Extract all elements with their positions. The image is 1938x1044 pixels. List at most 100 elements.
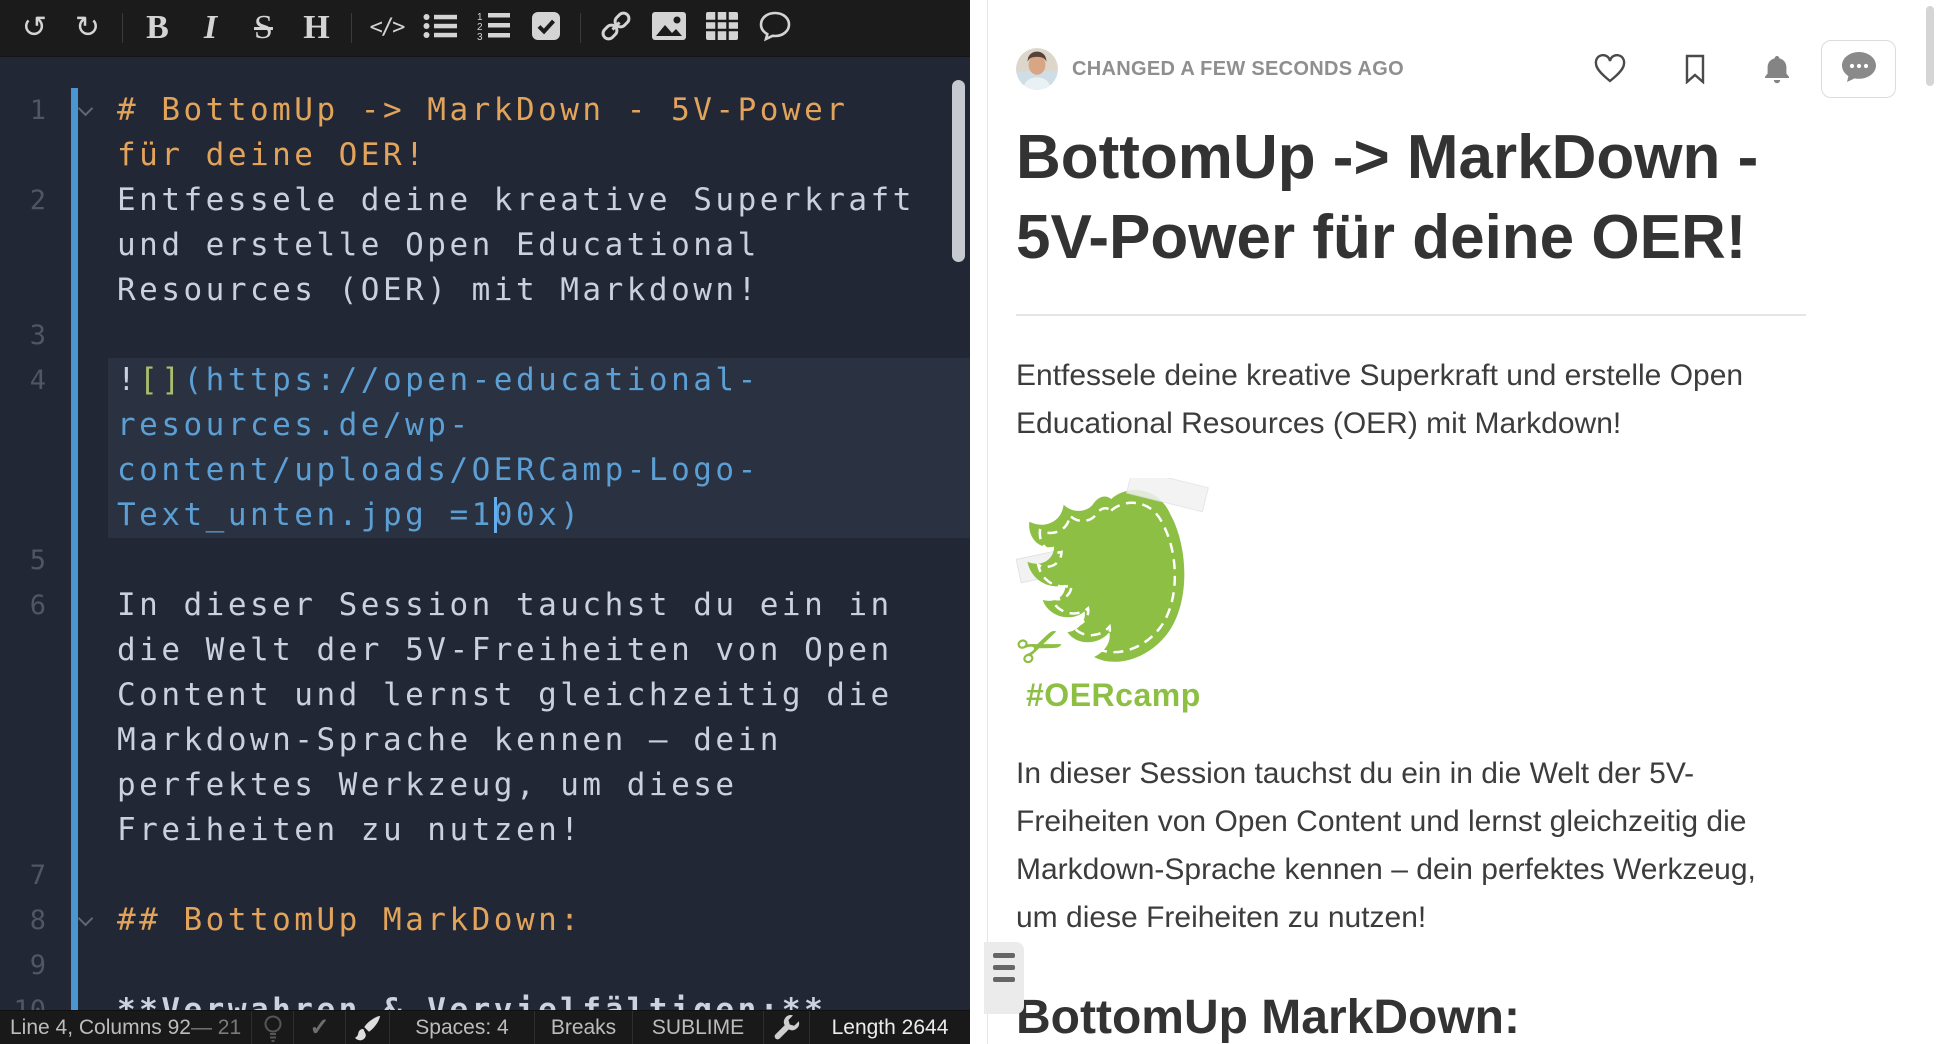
code-row[interactable]: 2Entfessele deine kreative Superkraft [0, 178, 970, 223]
code-text[interactable]: Markdown-Sprache kennen – dein [108, 718, 970, 763]
line-number: 5 [0, 538, 46, 583]
code-text[interactable]: für deine OER! [108, 133, 970, 178]
code-row[interactable]: resources.de/wp- [0, 403, 970, 448]
heading-button[interactable]: H [290, 0, 343, 57]
code-text[interactable]: Entfessele deine kreative Superkraft [108, 178, 970, 223]
bell-icon[interactable] [1763, 54, 1791, 84]
strikethrough-button[interactable]: S [237, 0, 290, 57]
code-text[interactable]: Text_unten.jpg =100x) [108, 493, 970, 538]
fold-chevron-icon[interactable] [78, 101, 94, 117]
toolbar-separator [351, 13, 352, 43]
code-row[interactable]: für deine OER! [0, 133, 970, 178]
spaces-setting[interactable]: Spaces: 4 [390, 1011, 535, 1044]
code-row[interactable]: 4 ![](https://open-educational- [0, 358, 970, 403]
bookmark-icon[interactable] [1683, 54, 1707, 84]
line-number [0, 628, 46, 673]
code-text[interactable]: und erstelle Open Educational [108, 223, 970, 268]
code-row[interactable]: 8## BottomUp MarkDown: [0, 898, 970, 943]
checklist-button[interactable] [519, 0, 572, 57]
line-number [0, 223, 46, 268]
numbered-list-icon: 123 [476, 11, 510, 46]
fold-gutter [46, 673, 108, 718]
link-icon [598, 8, 634, 49]
code-row[interactable]: die Welt der 5V-Freiheiten von Open [0, 628, 970, 673]
author-avatar[interactable] [1016, 48, 1058, 90]
code-text[interactable] [108, 853, 970, 898]
code-text[interactable]: **Verwahren & Vervielfältigen:** [108, 988, 970, 1010]
fold-gutter [46, 988, 108, 1010]
breaks-setting[interactable]: Breaks [535, 1011, 633, 1044]
code-text[interactable]: perfektes Werkzeug, um diese [108, 763, 970, 808]
last-changed-label[interactable]: CHANGED A FEW SECONDS AGO [1072, 58, 1404, 81]
code-text[interactable]: # BottomUp -> MarkDown - 5V-Power [108, 88, 970, 133]
line-number: 3 [0, 313, 46, 358]
keymap-setting[interactable]: SUBLIME [633, 1011, 764, 1044]
fold-gutter [46, 808, 108, 853]
line-number: 4 [0, 358, 46, 403]
comments-button[interactable] [1821, 40, 1896, 98]
comment-button[interactable] [748, 0, 801, 57]
toc-toggle-tab[interactable] [984, 942, 1024, 1014]
code-row[interactable]: Freiheiten zu nutzen! [0, 808, 970, 853]
code-text[interactable]: Content und lernst gleichzeitig die [108, 673, 970, 718]
fold-gutter [46, 493, 108, 538]
document-length-status: Length 2644 [810, 1011, 970, 1044]
svg-text:✂: ✂ [1016, 609, 1074, 678]
code-row[interactable]: Markdown-Sprache kennen – dein [0, 718, 970, 763]
numbered-list-button[interactable]: 123 [466, 0, 519, 57]
code-button[interactable]: </> [360, 0, 413, 57]
code-text[interactable]: Resources (OER) mit Markdown! [108, 268, 970, 313]
code-text[interactable] [108, 943, 970, 988]
undo-button[interactable]: ↺ [8, 0, 61, 57]
redo-button[interactable]: ↻ [61, 0, 114, 57]
code-text[interactable]: In dieser Session tauchst du ein in [108, 583, 970, 628]
code-row[interactable]: perfektes Werkzeug, um diese [0, 763, 970, 808]
image-button[interactable] [642, 0, 695, 57]
code-row[interactable]: content/uploads/OERCamp-Logo- [0, 448, 970, 493]
table-button[interactable] [695, 0, 748, 57]
line-number [0, 403, 46, 448]
preview-scrollbar-thumb[interactable] [1926, 6, 1934, 86]
code-row[interactable]: 6In dieser Session tauchst du ein in [0, 583, 970, 628]
bullet-list-button[interactable] [413, 0, 466, 57]
paintbrush-icon[interactable] [346, 1011, 390, 1044]
code-row[interactable]: 7 [0, 853, 970, 898]
fold-gutter [46, 268, 108, 313]
code-row[interactable]: Resources (OER) mit Markdown! [0, 268, 970, 313]
image-icon [651, 11, 687, 46]
fold-gutter [46, 178, 108, 223]
code-text[interactable] [108, 313, 970, 358]
code-icon: </> [370, 17, 404, 39]
code-row[interactable]: 5 [0, 538, 970, 583]
link-button[interactable] [589, 0, 642, 57]
code-text[interactable]: die Welt der 5V-Freiheiten von Open [108, 628, 970, 673]
toolbar-separator [122, 13, 123, 43]
wrench-icon[interactable] [764, 1011, 810, 1044]
code-text[interactable]: ## BottomUp MarkDown: [108, 898, 970, 943]
lightbulb-icon[interactable] [252, 1011, 294, 1044]
code-row[interactable]: 9 [0, 943, 970, 988]
check-status-icon[interactable]: ✓ [294, 1011, 346, 1044]
code-row[interactable]: Content und lernst gleichzeitig die [0, 673, 970, 718]
oercamp-logo-text: #OERcamp [1026, 677, 1226, 714]
pane-split-divider[interactable] [970, 0, 988, 1044]
fold-chevron-icon[interactable] [78, 911, 94, 927]
code-row[interactable]: 10**Verwahren & Vervielfältigen:** [0, 988, 970, 1010]
line-number [0, 673, 46, 718]
bold-button[interactable]: B [131, 0, 184, 57]
italic-button[interactable]: I [184, 0, 237, 57]
code-row[interactable]: Text_unten.jpg =100x) [0, 493, 970, 538]
code-text[interactable]: Freiheiten zu nutzen! [108, 808, 970, 853]
code-text[interactable] [108, 538, 970, 583]
code-row[interactable]: 1# BottomUp -> MarkDown - 5V-Power [0, 88, 970, 133]
strikethrough-icon: S [254, 11, 273, 45]
code-row[interactable]: 3 [0, 313, 970, 358]
heart-icon[interactable] [1593, 54, 1627, 84]
code-text[interactable]: resources.de/wp- [108, 403, 970, 448]
code-editor[interactable]: 1# BottomUp -> MarkDown - 5V-Powerfür de… [0, 57, 970, 1010]
code-row[interactable]: und erstelle Open Educational [0, 223, 970, 268]
code-text[interactable]: ![](https://open-educational- [108, 358, 970, 403]
code-text[interactable]: content/uploads/OERCamp-Logo- [108, 448, 970, 493]
comment-dots-icon [1839, 49, 1879, 90]
editor-scrollbar-thumb[interactable] [952, 80, 965, 262]
